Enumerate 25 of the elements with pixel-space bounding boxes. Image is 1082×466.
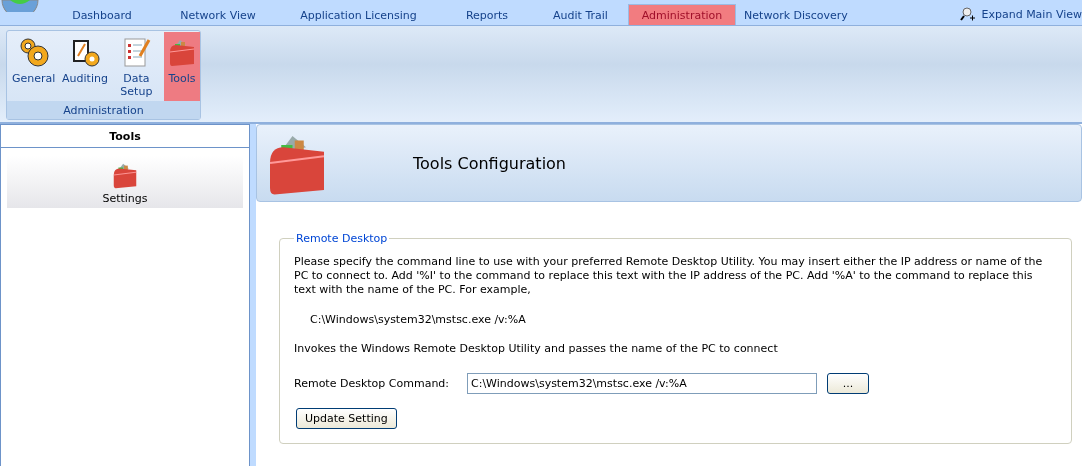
app-logo-icon [0, 0, 40, 12]
group-legend: Remote Desktop [294, 232, 390, 245]
page-title: Tools Configuration [413, 153, 566, 173]
ribbon-button[interactable]: General [10, 32, 58, 102]
nav-tab[interactable]: Audit Trail [533, 4, 628, 25]
nav-tab[interactable]: Network View [160, 4, 276, 25]
command-field[interactable]: C:\Windows\system32\mstsc.exe /v:%A [467, 373, 817, 394]
zoom-in-icon [959, 6, 976, 22]
nav-tab[interactable]: Dashboard [44, 4, 160, 25]
nav-tab[interactable]: Network Discovery [736, 4, 856, 25]
ribbon-button[interactable]: Tools [164, 32, 200, 102]
update-setting-button[interactable]: Update Setting [296, 408, 397, 429]
nav-tab[interactable]: Reports [441, 4, 533, 25]
example-command: C:\Windows\system32\mstsc.exe /v:%A [310, 313, 527, 326]
note-text: Invokes the Windows Remote Desktop Utility and passes the name of the PC to connect [294, 342, 779, 355]
ribbon-group-label: Administration [7, 101, 200, 119]
browse-button[interactable]: ... [827, 373, 869, 394]
sidebar-title: Tools [1, 125, 249, 148]
ribbon-button[interactable]: Auditing [61, 32, 109, 102]
field-label: Remote Desktop Command: [294, 377, 451, 390]
nav-tab[interactable]: Application Licensing [276, 4, 441, 25]
ribbon-button[interactable]: Data Setup [112, 32, 161, 102]
description-text: Please specify the command line to use with your preferred Remote Desktop Utility. You may insert either the IP address or name of the PC to connect to. Add '%I' to the command to replace this text with the IP address of the PC. Add '%A' to the command to replace this text with the name of the PC. For example, [294, 255, 1044, 297]
gears-icon [17, 36, 50, 68]
expand-main-view-link[interactable]: Expand Main View [981, 7, 1082, 21]
